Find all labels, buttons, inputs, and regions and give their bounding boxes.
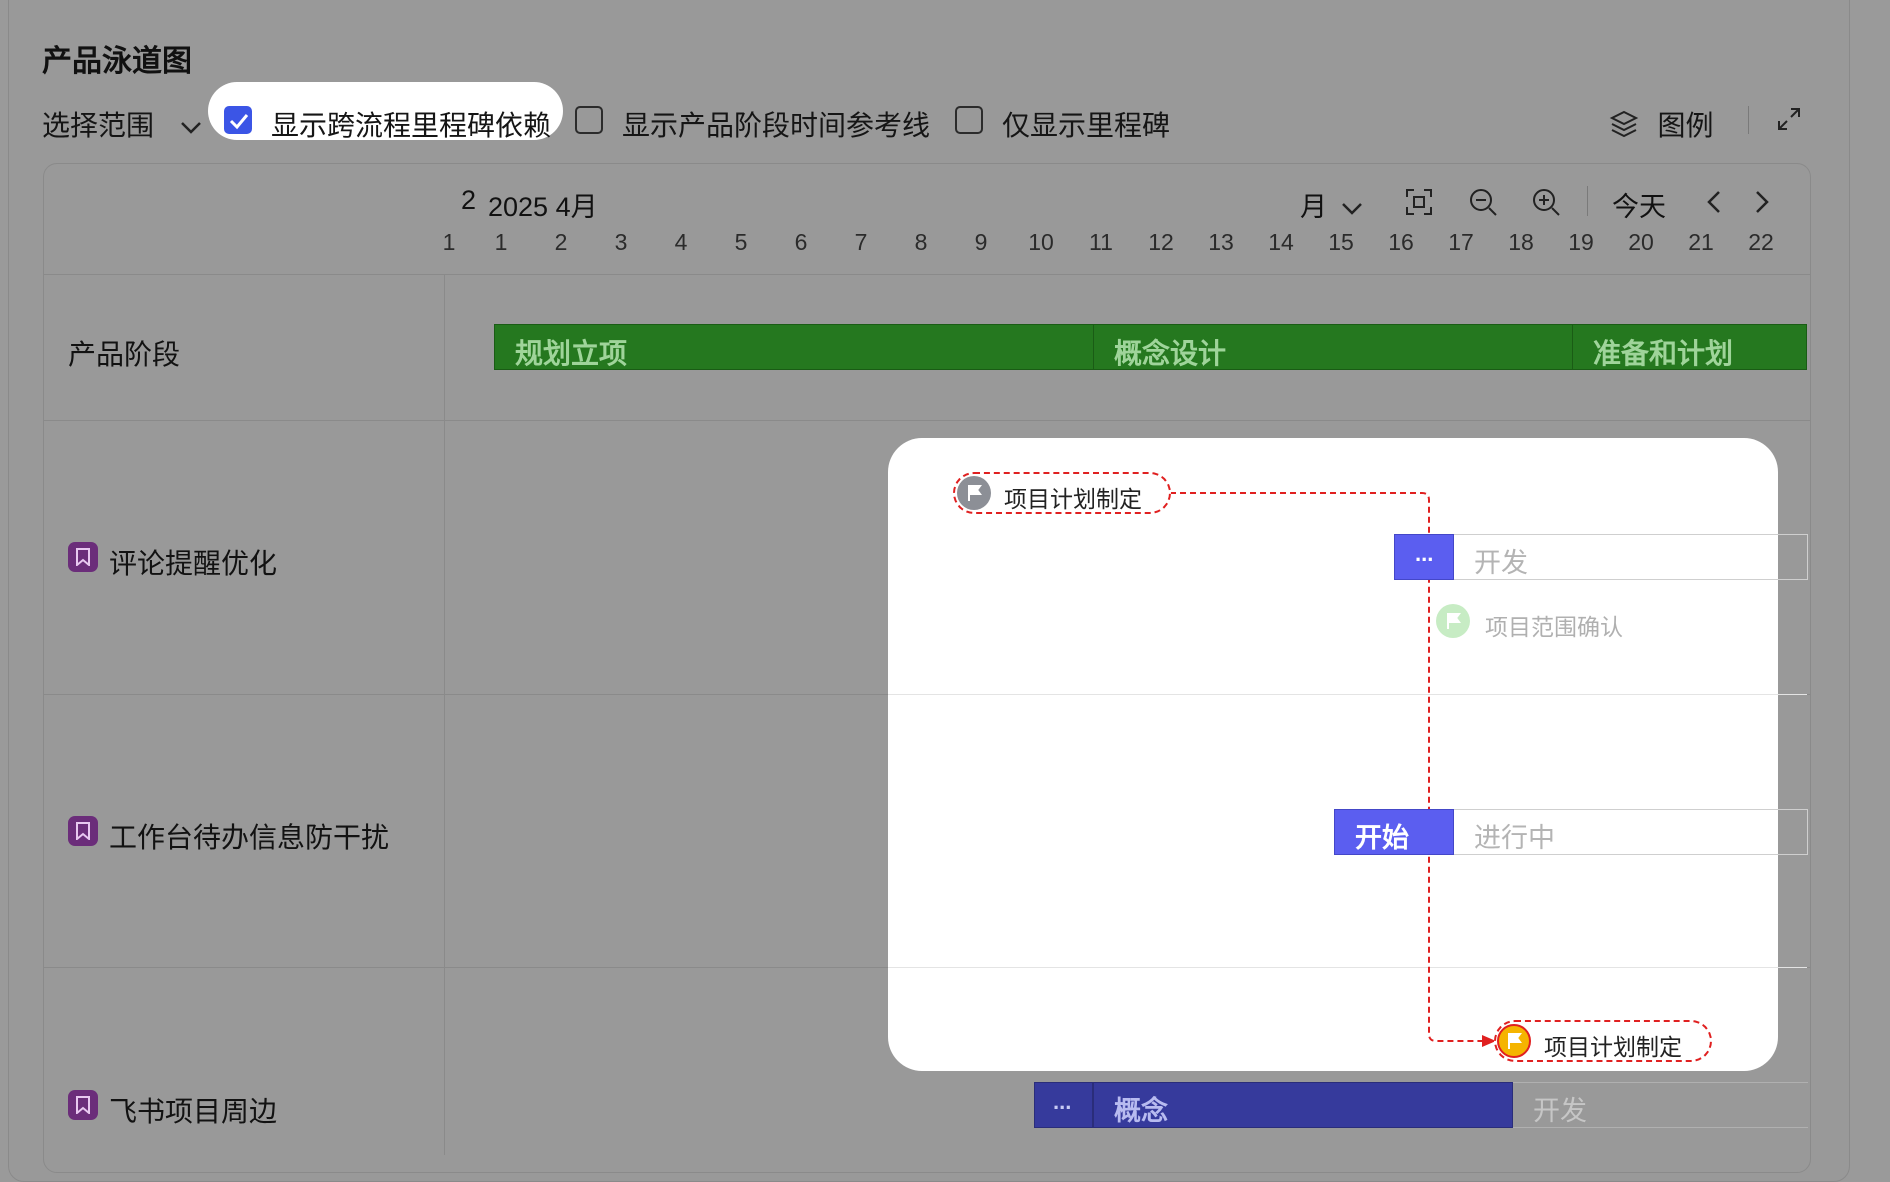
stage-bar-short[interactable]: ...	[1394, 534, 1454, 580]
flag-icon	[957, 476, 991, 510]
stage-bar-in-progress[interactable]: 进行中	[1454, 809, 1808, 855]
milestone-target-label: 项目计划制定	[1544, 1034, 1682, 1060]
stage-bar-start[interactable]: 开始	[1334, 809, 1454, 855]
milestone-source-label: 项目计划制定	[1004, 486, 1142, 512]
flag-icon	[1497, 1024, 1531, 1058]
stage-bar-develop[interactable]: 开发	[1454, 534, 1808, 580]
flag-icon	[1436, 604, 1470, 638]
milestone-faded-label[interactable]: 项目范围确认	[1485, 608, 1623, 642]
